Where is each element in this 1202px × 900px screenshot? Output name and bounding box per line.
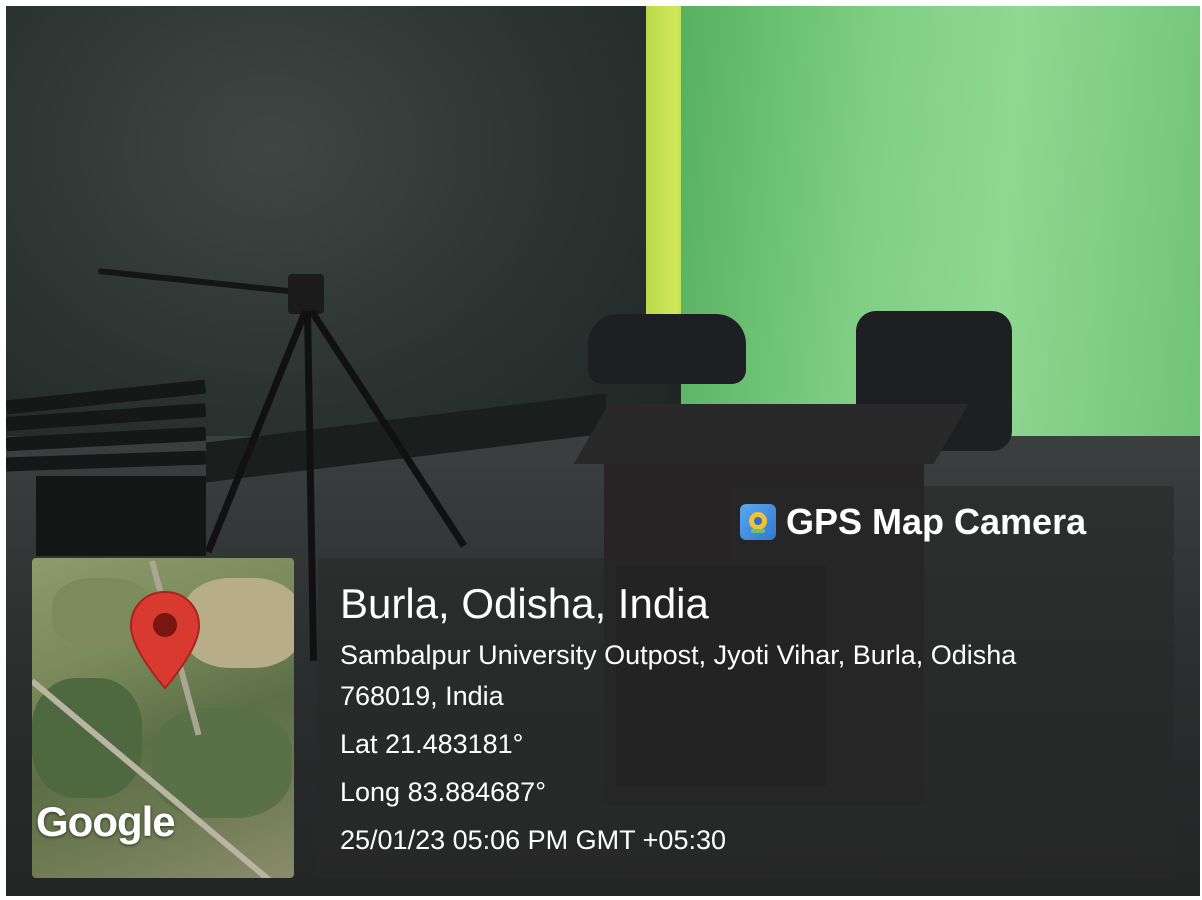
tripod-head	[288, 274, 324, 314]
watermark-text: GPS Map Camera	[786, 501, 1087, 542]
gps-map-camera-icon	[740, 504, 776, 540]
gps-map-camera-watermark: GPS Map Camera	[730, 486, 1174, 558]
address-line-1: Sambalpur University Outpost, Jyoti Viha…	[340, 640, 1017, 670]
address-line-2: 768019, India	[340, 681, 504, 711]
timestamp: 25/01/23 05:06 PM GMT +05:30	[340, 825, 727, 855]
chair-backrest	[588, 314, 746, 384]
computer-case	[36, 476, 206, 556]
map-pin-icon	[128, 590, 202, 695]
latitude: Lat 21.483181°	[340, 729, 524, 759]
location-info-panel: Burla, Odisha, India Sambalpur Universit…	[318, 558, 1174, 878]
google-attribution: Google	[36, 798, 176, 845]
location-title: Burla, Odisha, India	[340, 580, 709, 627]
map-thumbnail: Google	[32, 558, 294, 878]
desk-top	[573, 404, 969, 464]
longitude: Long 83.884687°	[340, 777, 546, 807]
